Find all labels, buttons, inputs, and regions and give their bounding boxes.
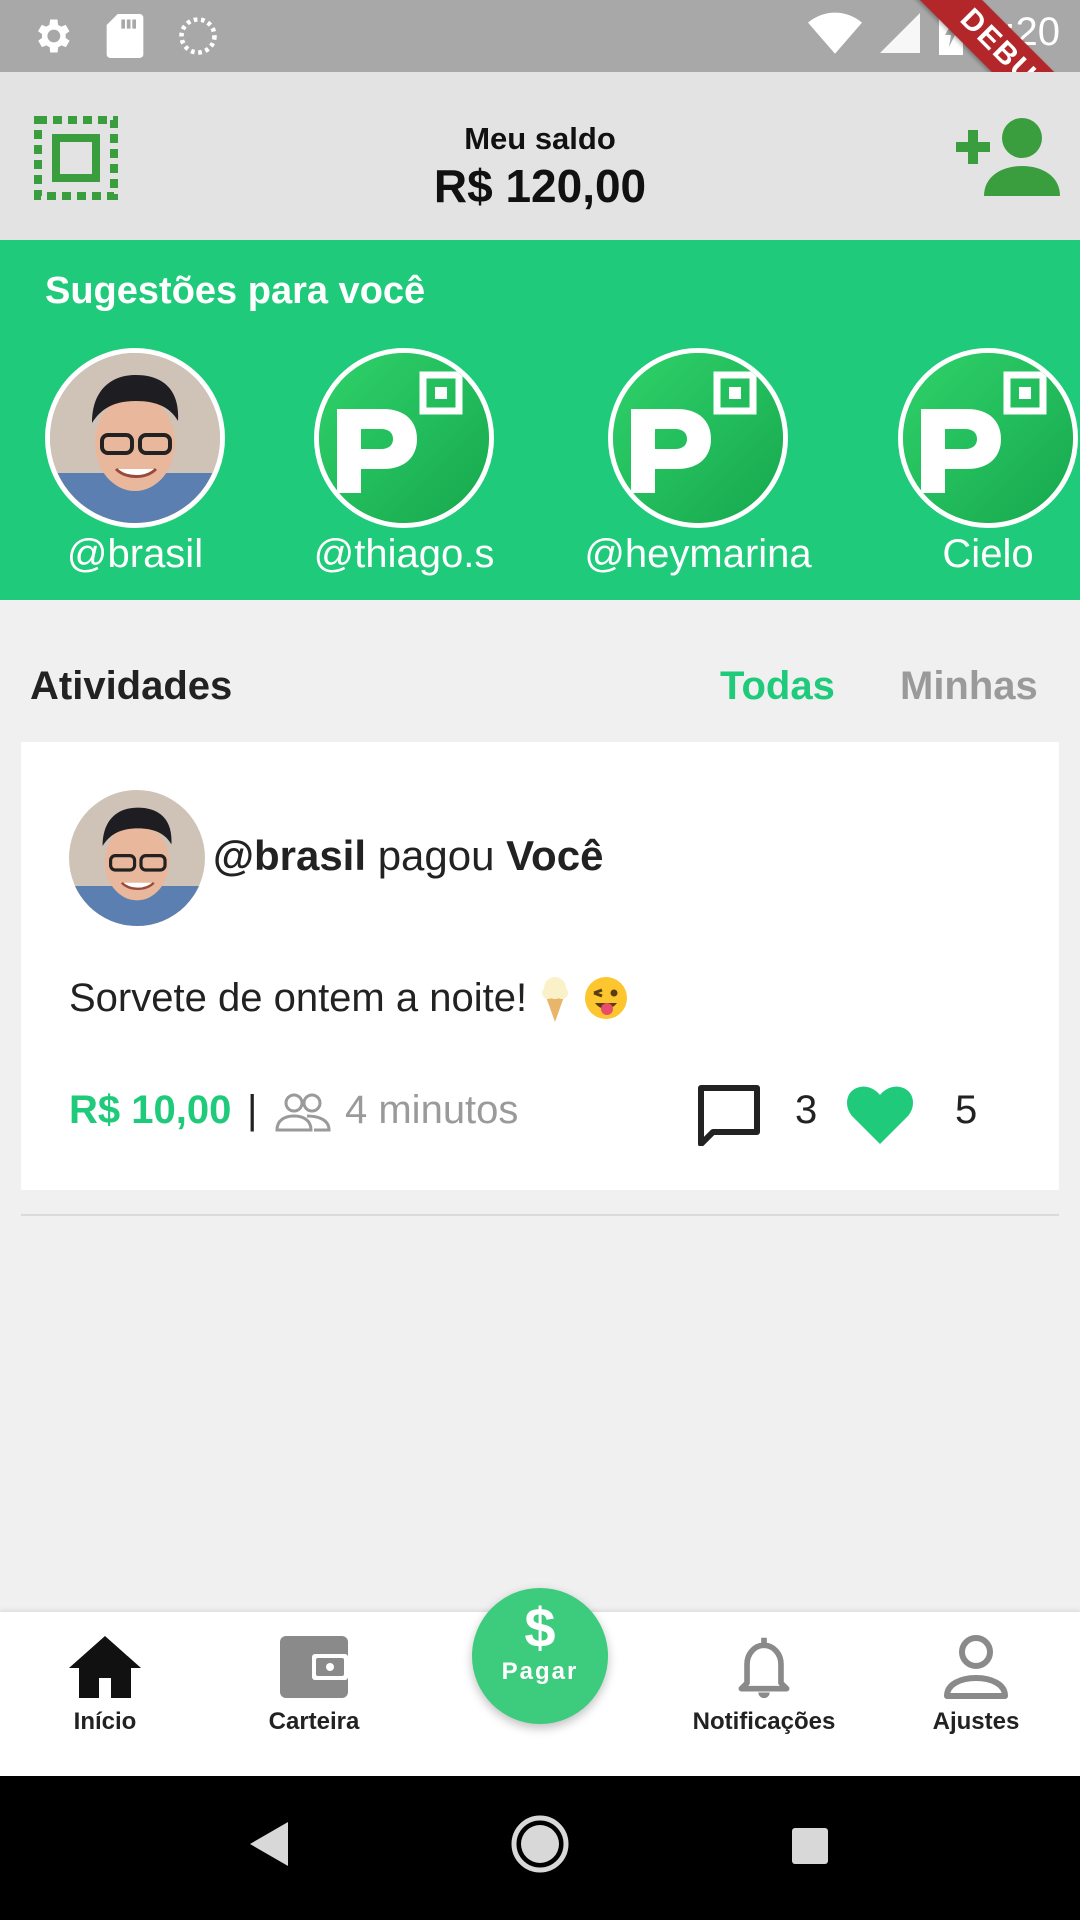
user-photo-icon bbox=[50, 353, 220, 523]
activity-user[interactable]: @brasil bbox=[213, 832, 366, 879]
system-nav-bar bbox=[0, 1776, 1080, 1920]
activity-time: 4 minutos bbox=[345, 1088, 519, 1132]
nav-item-ajustes[interactable]: Ajustes bbox=[876, 1634, 1076, 1736]
pay-button[interactable]: $ Pagar bbox=[472, 1588, 608, 1724]
avatar bbox=[898, 348, 1078, 528]
tab-todas[interactable]: Todas bbox=[720, 664, 835, 709]
suggestion-item[interactable]: @thiago.s bbox=[274, 348, 534, 577]
activity-summary: @brasil pagou Você bbox=[213, 832, 603, 880]
app-bar: Meu saldo R$ 120,00 bbox=[0, 72, 1080, 240]
balance-display: Meu saldo R$ 120,00 bbox=[0, 120, 1080, 214]
suggestion-name: @brasil bbox=[66, 532, 204, 576]
suggestion-item[interactable]: Cielo bbox=[858, 348, 1080, 577]
suggestion-item[interactable]: @brasil bbox=[5, 348, 265, 577]
separator: | bbox=[247, 1088, 258, 1132]
picpay-logo-icon bbox=[613, 353, 783, 523]
dollar-icon: $ bbox=[524, 1596, 556, 1659]
like-count: 5 bbox=[955, 1088, 978, 1132]
activities-title: Atividades bbox=[30, 664, 233, 708]
recents-icon[interactable] bbox=[790, 1826, 830, 1866]
nav-label: Início bbox=[73, 1708, 137, 1735]
nav-item-notificacoes[interactable]: Notificações bbox=[664, 1634, 864, 1736]
people-icon bbox=[275, 1093, 331, 1132]
user-photo-icon bbox=[69, 790, 205, 926]
winking-face-icon bbox=[585, 977, 628, 1019]
comment-icon[interactable] bbox=[697, 1084, 761, 1146]
divider bbox=[21, 1214, 1059, 1216]
pay-label: Pagar bbox=[501, 1658, 579, 1685]
activity-footer: R$ 10,00 | 4 minutos 3 5 bbox=[69, 1082, 1009, 1146]
suggestions-title: Sugestões para você bbox=[45, 270, 426, 312]
activities-header: Atividades Todas Minhas bbox=[0, 660, 1080, 720]
description-text: Sorvete de ontem a noite! bbox=[69, 975, 528, 1020]
avatar[interactable] bbox=[69, 790, 205, 926]
activity-amount: R$ 10,00 bbox=[69, 1088, 232, 1132]
activity-card[interactable]: @brasil pagou Você Sorvete de ontem a no… bbox=[21, 742, 1059, 1190]
activity-verb: pagou bbox=[377, 832, 495, 879]
home-circle-icon[interactable] bbox=[510, 1814, 570, 1874]
nav-label: Carteira bbox=[268, 1708, 360, 1735]
tab-minhas[interactable]: Minhas bbox=[900, 664, 1038, 709]
picpay-logo-icon bbox=[319, 353, 489, 523]
back-icon[interactable] bbox=[248, 1820, 290, 1868]
suggestion-name: @thiago.s bbox=[313, 532, 495, 576]
nav-item-carteira[interactable]: Carteira bbox=[214, 1634, 414, 1736]
suggestion-name: @heymarina bbox=[584, 532, 812, 576]
ice-cream-icon bbox=[542, 977, 569, 1022]
nav-item-inicio[interactable]: Início bbox=[5, 1634, 205, 1736]
activity-description: Sorvete de ontem a noite! bbox=[69, 974, 629, 1022]
suggestions-section: Sugestões para você @brasil @thiago.s @h… bbox=[0, 240, 1080, 600]
sd-card-icon bbox=[106, 14, 144, 58]
balance-value: R$ 120,00 bbox=[433, 160, 647, 212]
nav-label: Ajustes bbox=[932, 1708, 1020, 1735]
avatar bbox=[45, 348, 225, 528]
balance-label: Meu saldo bbox=[464, 121, 616, 156]
status-icons-left bbox=[30, 14, 220, 58]
wifi-icon bbox=[808, 12, 863, 54]
loading-icon bbox=[179, 17, 217, 55]
avatar bbox=[314, 348, 494, 528]
person-icon bbox=[944, 1635, 1008, 1699]
picpay-logo-icon bbox=[903, 353, 1073, 523]
wallet-icon bbox=[280, 1636, 348, 1698]
add-user-icon[interactable] bbox=[956, 116, 1062, 196]
home-icon bbox=[69, 1636, 141, 1698]
suggestion-name: Cielo bbox=[942, 532, 1034, 576]
settings-icon bbox=[38, 19, 70, 53]
avatar bbox=[608, 348, 788, 528]
signal-icon bbox=[880, 12, 921, 53]
status-bar: 4:20 DEBUG bbox=[0, 0, 1080, 72]
suggestion-item[interactable]: @heymarina bbox=[568, 348, 828, 577]
heart-icon[interactable] bbox=[847, 1086, 913, 1144]
activity-target: Você bbox=[506, 832, 604, 879]
nav-label: Notificações bbox=[692, 1708, 836, 1735]
comment-count: 3 bbox=[795, 1088, 818, 1132]
bell-icon bbox=[738, 1637, 790, 1699]
